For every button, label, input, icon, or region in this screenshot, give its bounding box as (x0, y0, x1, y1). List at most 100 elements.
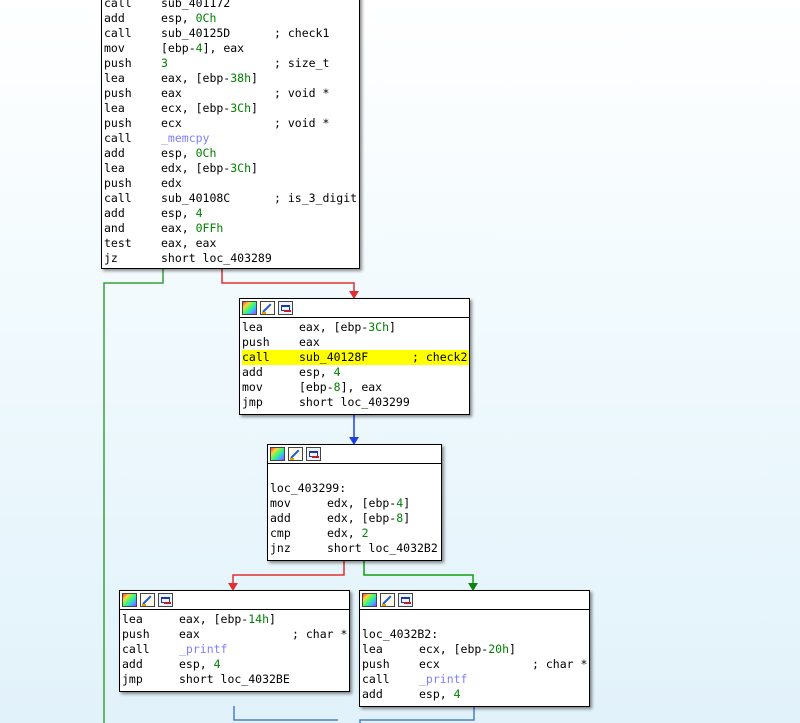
instruction-line[interactable]: mov [ebp-8], eax (242, 380, 469, 395)
code-block-loc-403299[interactable]: loc_403299: mov edx, [ebp-4] add edx, [ebp-8… (267, 444, 442, 561)
instruction-line[interactable]: lea eax, [ebp-14h] (122, 612, 349, 627)
instruction-line[interactable]: mov [ebp-4], eax (104, 41, 359, 56)
mnemonic: add (104, 11, 125, 25)
blank-line[interactable] (362, 612, 589, 627)
instruction-line[interactable]: lea eax, [ebp-38h] (104, 71, 359, 86)
numeric-operand: 3Ch (230, 101, 252, 115)
operands: short loc_4032B2 (327, 541, 438, 556)
external-symbol[interactable]: _printf (179, 642, 227, 656)
operands: esp, 0Ch (161, 146, 216, 161)
label-text[interactable]: loc_403299: (270, 481, 346, 496)
code-block-check2[interactable]: lea eax, [ebp-3Ch] push eax call sub_40128F ; … (239, 298, 470, 415)
instruction-line[interactable]: cmp edx, 2 (270, 526, 441, 541)
color-picker-icon[interactable] (362, 593, 377, 607)
instruction-line[interactable]: lea ecx, [ebp-20h] (362, 642, 589, 657)
numeric-operand: 8 (333, 380, 341, 394)
mnemonic: push (104, 116, 132, 130)
instruction-line[interactable]: add edx, [ebp-8] (270, 511, 441, 526)
code-block-loc-4032B2[interactable]: loc_4032B2: lea ecx, [ebp-20h] push ecx ; cha… (359, 590, 590, 707)
code-label[interactable]: loc_4032B2: (362, 627, 589, 642)
operands: [ebp-8], eax (299, 380, 382, 395)
operand-text: sub_40128F (299, 350, 369, 364)
operand-text: edx, [ebp- (327, 511, 397, 525)
numeric-operand: 4 (333, 365, 341, 379)
mnemonic: lea (242, 320, 263, 334)
instruction-line[interactable]: call sub_40128F ; check2 (242, 350, 469, 365)
instruction-line[interactable]: add esp, 4 (122, 657, 349, 672)
numeric-operand: 38h (230, 71, 252, 85)
numeric-operand: 0Ch (195, 146, 217, 160)
instruction-line[interactable]: add esp, 4 (362, 687, 589, 702)
code-block-printf-14h[interactable]: lea eax, [ebp-14h] push eax ; char * call _pri… (119, 590, 350, 692)
operands: eax (179, 627, 200, 642)
instruction-line[interactable]: mov edx, [ebp-4] (270, 496, 441, 511)
operand-text: edx (161, 176, 182, 190)
blank-line[interactable] (270, 466, 441, 481)
operands: sub_40125D (161, 26, 230, 41)
edit-pencil-icon[interactable] (380, 593, 395, 607)
instruction-line[interactable]: call sub_40108C ; is_3_digit (104, 191, 359, 206)
color-picker-icon[interactable] (122, 593, 137, 607)
instruction-line[interactable]: push eax ; void * (104, 86, 359, 101)
code-label[interactable]: loc_403299: (270, 481, 441, 496)
instruction-line[interactable]: jz short loc_403289 (104, 251, 359, 266)
instruction-line[interactable]: jmp short loc_4032BE (122, 672, 349, 687)
instruction-line[interactable]: push eax ; char * (122, 627, 349, 642)
graph-view-icon[interactable] (278, 301, 293, 315)
mnemonic: lea (104, 161, 125, 175)
instruction-line[interactable]: test eax, eax (104, 236, 359, 251)
operands: edx, [ebp-3Ch] (161, 161, 258, 176)
graph-view-icon[interactable] (158, 593, 173, 607)
instruction-line[interactable]: push ecx ; void * (104, 116, 359, 131)
node-toolbar (120, 591, 349, 610)
mnemonic: call (242, 350, 270, 364)
instruction-line[interactable]: push edx (104, 176, 359, 191)
comment: ; void * (274, 116, 330, 130)
instruction-line[interactable]: add esp, 0Ch (104, 11, 359, 26)
instruction-line[interactable]: call sub_40125D ; check1 (104, 26, 359, 41)
instruction-line[interactable]: lea edx, [ebp-3Ch] (104, 161, 359, 176)
instruction-line[interactable]: jnz short loc_4032B2 (270, 541, 441, 556)
instruction-line[interactable]: lea eax, [ebp-3Ch] (242, 320, 469, 335)
external-symbol[interactable]: _printf (419, 672, 467, 686)
instruction-line[interactable]: call _memcpy (104, 131, 359, 146)
mnemonic: jmp (242, 395, 263, 409)
instruction-line[interactable]: call _printf (122, 642, 349, 657)
operand-text: ecx (161, 116, 182, 130)
operands: esp, 0Ch (161, 11, 216, 26)
graph-view-icon[interactable] (306, 447, 321, 461)
instruction-line[interactable]: push ecx ; char * (362, 657, 589, 672)
operand-text: eax (299, 335, 320, 349)
instruction-line[interactable]: add esp, 0Ch (104, 146, 359, 161)
operand-text: ] (403, 496, 411, 510)
edit-pencil-icon[interactable] (288, 447, 303, 461)
numeric-operand: 3Ch (368, 320, 390, 334)
edge-block3-to-block5 (363, 560, 474, 585)
operands: _printf (419, 672, 467, 687)
operand-text: edx, [ebp- (161, 161, 231, 175)
operands: eax, [ebp-3Ch] (299, 320, 396, 335)
mnemonic: push (242, 335, 270, 349)
numeric-operand: 2 (361, 526, 369, 540)
numeric-operand: 3Ch (230, 161, 252, 175)
edit-pencil-icon[interactable] (140, 593, 155, 607)
edit-pencil-icon[interactable] (260, 301, 275, 315)
operand-text: ] (403, 511, 411, 525)
color-picker-icon[interactable] (242, 301, 257, 315)
graph-view-icon[interactable] (398, 593, 413, 607)
mnemonic: add (104, 146, 125, 160)
instruction-line[interactable]: jmp short loc_403299 (242, 395, 469, 410)
instruction-line[interactable]: lea ecx, [ebp-3Ch] (104, 101, 359, 116)
instruction-line[interactable]: add esp, 4 (242, 365, 469, 380)
instruction-line[interactable]: call sub_401172 (104, 0, 359, 11)
code-block-check1[interactable]: call sub_401172 add esp, 0Ch call sub_40125D;… (101, 0, 360, 269)
instruction-line[interactable]: add esp, 4 (104, 206, 359, 221)
external-symbol[interactable]: _memcpy (161, 131, 209, 145)
instruction-line[interactable]: push eax (242, 335, 469, 350)
color-picker-icon[interactable] (270, 447, 285, 461)
instruction-line[interactable]: call _printf (362, 672, 589, 687)
operands: ecx (419, 657, 440, 672)
instruction-line[interactable]: push 3 ; size_t (104, 56, 359, 71)
instruction-line[interactable]: and eax, 0FFh (104, 221, 359, 236)
label-text[interactable]: loc_4032B2: (362, 627, 438, 642)
